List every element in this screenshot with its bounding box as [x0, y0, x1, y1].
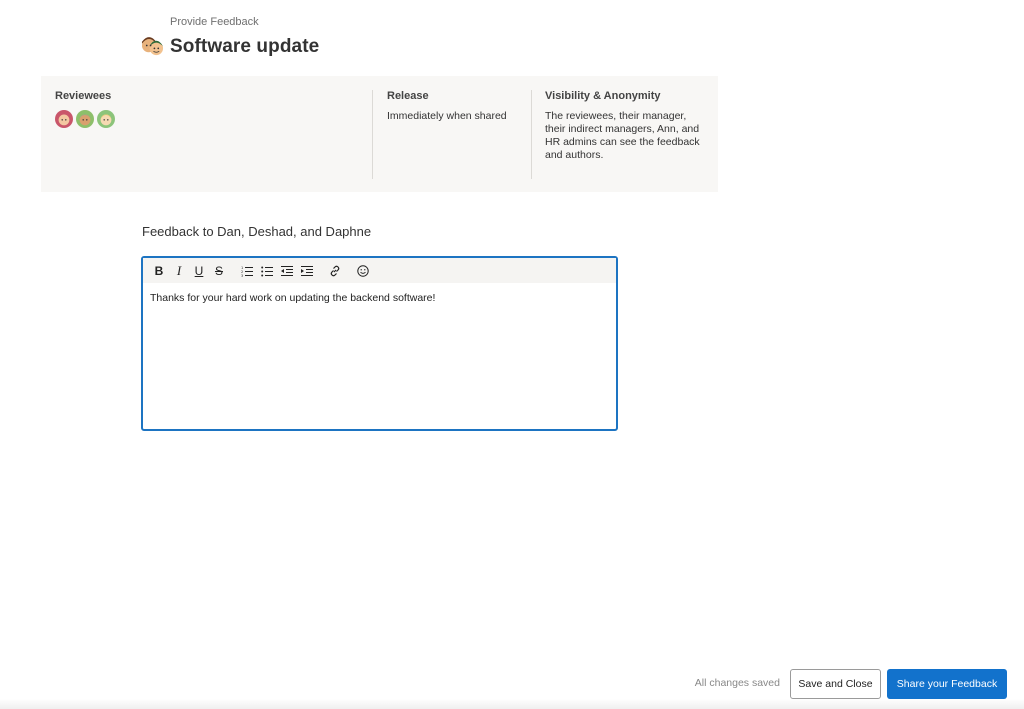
release-value: Immediately when shared: [387, 110, 507, 122]
visibility-section: Visibility & Anonymity The reviewees, th…: [545, 90, 709, 162]
bullet-list-icon: [261, 266, 273, 276]
group-avatar-icon: [141, 37, 164, 56]
reviewee-avatars: [55, 110, 115, 128]
bold-button[interactable]: B: [149, 261, 169, 281]
emoji-icon: [357, 264, 369, 277]
link-button[interactable]: [325, 261, 345, 281]
avatar-daphne[interactable]: [97, 110, 115, 128]
underline-button[interactable]: U: [189, 261, 209, 281]
panel-divider: [372, 90, 373, 179]
breadcrumb: Provide Feedback: [170, 16, 259, 28]
release-section: Release Immediately when shared: [387, 90, 537, 123]
avatar-deshad[interactable]: [76, 110, 94, 128]
visibility-label: Visibility & Anonymity: [545, 90, 661, 102]
save-and-close-button[interactable]: Save and Close: [790, 669, 881, 699]
panel-divider: [531, 90, 532, 179]
numbered-list-button[interactable]: 1 2 3: [237, 261, 257, 281]
share-feedback-button[interactable]: Share your Feedback: [887, 669, 1007, 699]
reviewees-label: Reviewees: [55, 90, 112, 102]
bullet-list-button[interactable]: [257, 261, 277, 281]
editor-toolbar: B I U S 1 2 3: [143, 258, 616, 283]
editor-content[interactable]: Thanks for your hard work on updating th…: [143, 283, 616, 313]
visibility-value: The reviewees, their manager, their indi…: [545, 110, 700, 161]
link-icon: [330, 265, 340, 276]
feedback-heading: Feedback to Dan, Deshad, and Daphne: [142, 224, 372, 239]
avatar-dan[interactable]: [55, 110, 73, 128]
svg-text:3: 3: [241, 274, 243, 277]
emoji-button[interactable]: [353, 261, 373, 281]
feedback-editor[interactable]: B I U S 1 2 3 Thanks for your hard work …: [141, 256, 618, 431]
indent-button[interactable]: [297, 261, 317, 281]
save-status: All changes saved: [694, 677, 780, 689]
outdent-button[interactable]: [277, 261, 297, 281]
feedback-page: Provide Feedback Software update Reviewe…: [0, 0, 1024, 709]
reviewees-section: Reviewees: [55, 90, 115, 128]
italic-button[interactable]: I: [169, 261, 189, 281]
page-title: Software update: [170, 35, 320, 57]
indent-icon: [301, 265, 313, 276]
outdent-icon: [281, 265, 293, 276]
numbered-list-icon: 1 2 3: [241, 266, 253, 277]
release-label: Release: [387, 90, 429, 102]
strikethrough-button[interactable]: S: [209, 261, 229, 281]
info-panel: Reviewees Release Immediately when share…: [41, 76, 718, 192]
title-row: Software update: [141, 35, 319, 58]
